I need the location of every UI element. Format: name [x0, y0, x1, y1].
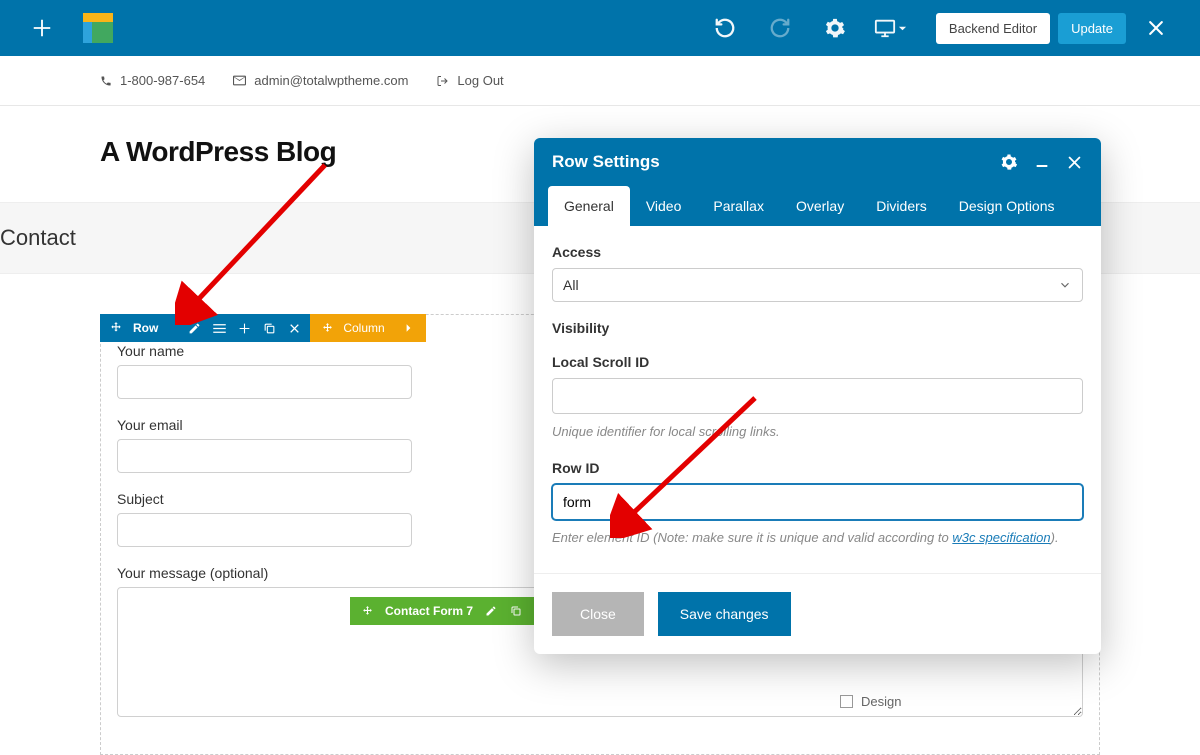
cf7-element-toolbar: Contact Form 7	[350, 597, 558, 625]
settings-button[interactable]	[808, 0, 863, 56]
chevron-down-icon	[1058, 278, 1072, 292]
cf7-move-icon[interactable]	[360, 604, 375, 619]
column-more-icon[interactable]	[401, 321, 416, 336]
row-edit-icon[interactable]	[187, 321, 202, 336]
phone-icon	[100, 75, 112, 87]
subject-input[interactable]	[117, 513, 412, 547]
phone-info: 1-800-987-654	[100, 73, 205, 88]
tab-parallax[interactable]: Parallax	[697, 186, 780, 226]
add-element-button[interactable]	[14, 0, 70, 56]
rowid-label: Row ID	[552, 460, 1083, 476]
modal-close-button[interactable]: Close	[552, 592, 644, 636]
close-editor-button[interactable]	[1126, 0, 1186, 56]
cf7-edit-icon[interactable]	[483, 604, 498, 619]
access-label: Access	[552, 244, 1083, 260]
column-toolbar: Column	[310, 314, 425, 342]
top-info-bar: 1-800-987-654 admin@totalwptheme.com Log…	[0, 56, 1200, 106]
cf7-clone-icon[interactable]	[508, 604, 523, 619]
row-delete-icon[interactable]	[287, 321, 302, 336]
email-input[interactable]	[117, 439, 412, 473]
column-move-icon[interactable]	[320, 321, 335, 336]
row-settings-modal: Row Settings General Video Parallax Over…	[534, 138, 1101, 654]
modal-settings-icon[interactable]	[1000, 153, 1018, 171]
w3c-link[interactable]: w3c specification	[952, 530, 1050, 545]
rowid-help: Enter element ID (Note: make sure it is …	[552, 528, 1083, 548]
row-clone-icon[interactable]	[262, 321, 277, 336]
wpbakery-top-toolbar: Backend Editor Update	[0, 0, 1200, 56]
scrollid-help: Unique identifier for local scrolling li…	[552, 422, 1083, 442]
email-text: admin@totalwptheme.com	[254, 73, 408, 88]
mail-icon	[233, 75, 246, 86]
row-columns-icon[interactable]	[212, 321, 227, 336]
backend-editor-button[interactable]: Backend Editor	[936, 13, 1050, 44]
row-move-icon[interactable]	[108, 321, 123, 336]
modal-title: Row Settings	[552, 152, 660, 172]
scrollid-input[interactable]	[552, 378, 1083, 414]
name-input[interactable]	[117, 365, 412, 399]
responsive-button[interactable]	[863, 0, 918, 56]
rowid-input[interactable]	[552, 484, 1083, 520]
row-add-icon[interactable]	[237, 321, 252, 336]
email-info: admin@totalwptheme.com	[233, 73, 408, 88]
column-label[interactable]: Column	[343, 321, 384, 335]
design-checkbox-row[interactable]: Design	[840, 694, 901, 709]
modal-tabs: General Video Parallax Overlay Dividers …	[534, 186, 1101, 226]
row-toolbar: Row	[100, 314, 310, 342]
phone-text: 1-800-987-654	[120, 73, 205, 88]
update-button[interactable]: Update	[1058, 13, 1126, 44]
scrollid-label: Local Scroll ID	[552, 354, 1083, 370]
logout-icon	[436, 75, 449, 87]
tab-general[interactable]: General	[548, 186, 630, 226]
templates-button[interactable]	[70, 0, 126, 56]
logout-text: Log Out	[457, 73, 503, 88]
checkbox-icon[interactable]	[840, 695, 853, 708]
tab-video[interactable]: Video	[630, 186, 698, 226]
cf7-label[interactable]: Contact Form 7	[385, 604, 473, 618]
access-select[interactable]: All	[552, 268, 1083, 302]
tab-overlay[interactable]: Overlay	[780, 186, 860, 226]
modal-close-icon[interactable]	[1066, 154, 1083, 171]
redo-button[interactable]	[753, 0, 808, 56]
visibility-label: Visibility	[552, 320, 1083, 336]
modal-minimize-icon[interactable]	[1034, 154, 1050, 170]
undo-button[interactable]	[698, 0, 753, 56]
modal-header: Row Settings	[534, 138, 1101, 186]
tab-dividers[interactable]: Dividers	[860, 186, 943, 226]
row-label[interactable]: Row	[133, 321, 158, 335]
logout-link[interactable]: Log Out	[436, 73, 503, 88]
tab-design-options[interactable]: Design Options	[943, 186, 1071, 226]
modal-save-button[interactable]: Save changes	[658, 592, 791, 636]
